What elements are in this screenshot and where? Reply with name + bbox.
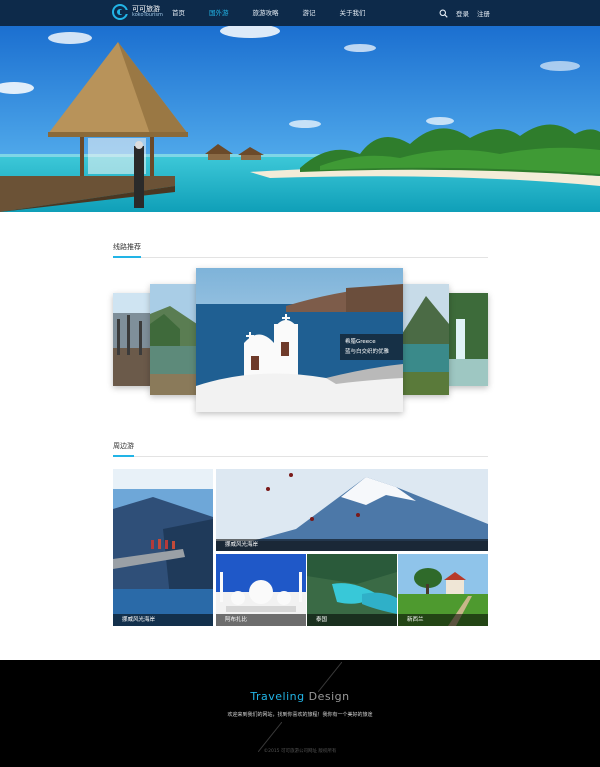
header-actions: 登录 注册 [439, 0, 490, 26]
main-nav: 首页 国外游 旅游攻略 游记 关于我们 [172, 0, 390, 26]
nav-about[interactable]: 关于我们 [340, 0, 366, 26]
fjord-image [150, 284, 197, 395]
footer-brand: Traveling Design [0, 690, 600, 703]
site-logo[interactable]: 可可旅游 kokoTourism [112, 4, 163, 20]
route-card-valley[interactable] [402, 284, 449, 395]
cliff-image [113, 469, 213, 626]
footer-brand-secondary: Design [308, 690, 350, 703]
nearby-tile-thailand[interactable]: 泰国 [307, 554, 397, 626]
waterfall-image [448, 293, 488, 386]
nearby-tile-abu-dhabi[interactable]: 阿布扎比 [216, 554, 306, 626]
featured-route-name: 希腊Greece [345, 339, 376, 345]
tile-label: 挪威风光海岸 [216, 539, 488, 551]
tile-label: 泰国 [307, 614, 397, 626]
footer-slogan: 欢迎来到我们的网站，找到你喜欢的旅程！我你有一个美好的旅途 [227, 712, 373, 718]
footer-decor-line-top [318, 662, 342, 692]
featured-route-caption: 希腊Greece 蓝与白交织的优雅 [340, 334, 403, 360]
login-link[interactable]: 登录 [456, 8, 469, 18]
search-icon[interactable] [439, 9, 448, 18]
nearby-tile-new-zealand[interactable]: 新西兰 [398, 554, 488, 626]
nav-abroad[interactable]: 国外游 [209, 0, 229, 26]
footer-brand-primary: Traveling [250, 690, 305, 703]
top-navigation-bar: 可可旅游 kokoTourism 首页 国外游 旅游攻略 游记 关于我们 登录 … [0, 0, 600, 26]
nav-travelogue[interactable]: 游记 [303, 0, 316, 26]
featured-route-tagline: 蓝与白交织的优雅 [345, 349, 390, 355]
register-link[interactable]: 注册 [477, 8, 490, 18]
logo-icon [112, 4, 128, 20]
valley-image [402, 284, 449, 395]
tile-label: 挪威风光海岸 [113, 614, 213, 626]
hero-banner [0, 26, 600, 212]
routes-section-title: 线路推荐 [113, 242, 488, 258]
hero-beach-image [0, 26, 600, 212]
nearby-section-title: 周边游 [113, 441, 488, 457]
tile-label: 新西兰 [398, 614, 488, 626]
nearby-tile-norway-cliff[interactable]: 挪威风光海岸 [113, 469, 213, 626]
route-card-lake[interactable] [113, 293, 151, 386]
route-card-fjord[interactable] [150, 284, 197, 395]
logo-subtitle: kokoTourism [132, 12, 163, 18]
nav-home[interactable]: 首页 [172, 0, 185, 26]
footer-copyright: ©2015 可可旅游公司网址 版权所有 [263, 749, 337, 754]
routes-title-text: 线路推荐 [113, 242, 141, 258]
nav-guides[interactable]: 旅游攻略 [253, 0, 279, 26]
nearby-tile-norway-mountain[interactable]: 挪威风光海岸 [216, 469, 488, 551]
lake-image [113, 293, 151, 386]
nearby-title-text: 周边游 [113, 441, 134, 457]
route-card-waterfall[interactable] [448, 293, 488, 386]
tile-label: 阿布扎比 [216, 614, 306, 626]
site-footer: Traveling Design 欢迎来到我们的网站，找到你喜欢的旅程！我你有一… [0, 660, 600, 767]
